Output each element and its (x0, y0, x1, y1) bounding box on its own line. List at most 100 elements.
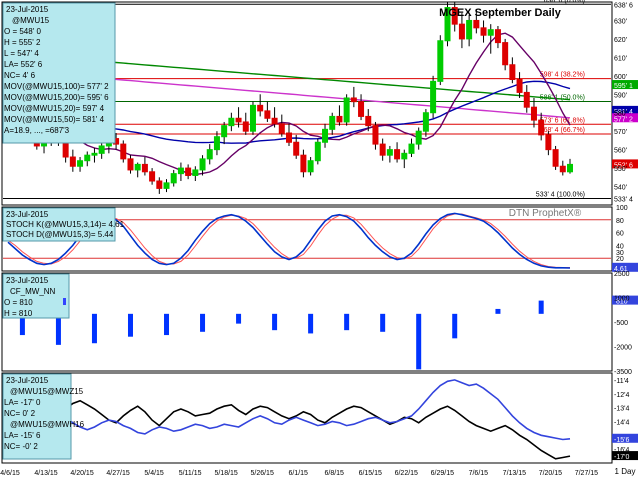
cot-bar-11 (416, 313, 422, 370)
cot-bar-12 (452, 313, 458, 339)
candle-body-25 (185, 167, 192, 176)
candle-body-69 (502, 42, 509, 66)
spread-la1: LA= -17' 0 (4, 398, 41, 407)
price-axis-label-1: 630' (614, 18, 627, 25)
cot-bar-14 (538, 300, 544, 314)
candle-body-34 (249, 104, 256, 132)
spread-nc2: NC= -0' 2 (4, 442, 38, 451)
candle-body-70 (509, 64, 516, 81)
x-label-3: 4/27/15 (106, 470, 129, 477)
price-axis-label-2: 620' (614, 37, 627, 44)
price-axis-label-8: 560' (614, 148, 627, 155)
stoch-axis-label-1: 80 (616, 218, 624, 225)
candle-body-72 (523, 91, 530, 108)
price-tag-0: 595' 1 (614, 83, 633, 90)
spread-tag-0: -15'6 (614, 437, 629, 444)
cot-axis-label-4: -3500 (614, 369, 632, 376)
candle-body-63 (458, 23, 465, 40)
cot-bar-7 (272, 313, 278, 331)
candle-body-59 (430, 80, 437, 114)
x-label-14: 7/13/15 (503, 470, 526, 477)
x-label-16: 7/27/15 (575, 470, 598, 477)
candle-body-43 (314, 141, 321, 162)
candle-body-71 (516, 79, 523, 93)
candle-body-73 (530, 106, 537, 121)
candle-body-50 (365, 115, 372, 127)
x-label-13: 7/6/15 (469, 470, 489, 477)
cot-bar-8 (308, 313, 314, 334)
fib-label-3: 573' 6 (61.8%) (540, 117, 585, 124)
x-axis-labels: 4/6/15 4/13/15 4/20/15 4/27/15 5/4/15 5/11/15… (0, 470, 598, 477)
spread-s2: @MWU15@MWH16 (10, 420, 85, 429)
candle-body-44 (322, 128, 329, 143)
cot-bar-9 (344, 313, 350, 331)
info-mov2: MOV(@MWU15,200)= 595' 6 (4, 93, 109, 102)
chart-svg: 638' 6 (0.0%)598' 4 (38.2%)586' 1 (50.0%… (0, 0, 638, 477)
candle-body-76 (552, 149, 559, 167)
candle-body-39 (286, 132, 292, 143)
price-axis-label-5: 590' (614, 92, 627, 99)
candle-body-41 (300, 154, 307, 173)
spread-date: 23-Jul-2015 (6, 376, 49, 385)
x-label-6: 5/18/15 (214, 470, 237, 477)
stoch-k-label: STOCH K(@MWU15,3,14)= 4.61 (6, 220, 125, 229)
cot-axis-label-2: -500 (614, 320, 628, 327)
candle-body-19 (141, 163, 148, 173)
cot-bar-10 (380, 313, 386, 332)
info-mov3: MOV(@MWU15,20)= 597' 4 (4, 104, 105, 113)
candle-body-16 (120, 143, 127, 160)
stoch-axis-label-2: 60 (616, 231, 624, 238)
x-label-7: 5/26/15 (250, 470, 273, 477)
cot-axis-label-3: -2000 (614, 345, 632, 352)
x-label-15: 7/20/15 (539, 470, 562, 477)
cot-o: O = 810 (4, 298, 33, 307)
cot-bar-3 (127, 313, 133, 337)
candle-body-46 (336, 115, 343, 123)
fib-label-5: 533' 4 (100.0%) (536, 192, 585, 199)
candle-body-12 (91, 152, 98, 156)
candle-body-26 (192, 169, 199, 176)
candle-body-47 (343, 97, 350, 123)
spread-axis-label-1: -12'4 (614, 392, 629, 399)
candle-body-68 (494, 29, 501, 44)
candle-body-22 (163, 182, 170, 189)
candle-body-42 (307, 160, 314, 173)
candle-body-78 (567, 163, 573, 173)
price-axis-label-6: 580' (614, 111, 627, 118)
cot-bar-2 (91, 313, 97, 344)
fib-label-0: 638' 6 (0.0%) (544, 0, 585, 4)
cot-axis-label-1: 1000 (614, 296, 630, 303)
x-label-2: 4/20/15 (70, 470, 93, 477)
cot-marker (63, 298, 66, 305)
x-label-4: 5/4/15 (144, 470, 164, 477)
spread-axis-label-2: -13'4 (614, 406, 629, 413)
chart-title: MGEX September Daily (439, 7, 562, 19)
spread-la2: LA= -15' 6 (4, 431, 41, 440)
candle-body-18 (134, 163, 141, 171)
candle-body-20 (149, 171, 156, 182)
info-date: 23-Jul-2015 (6, 5, 49, 14)
x-label-5: 5/11/15 (179, 470, 202, 477)
cot-bar-6 (236, 313, 242, 324)
info-nc: NC= 4' 6 (4, 71, 36, 80)
candle-body-30 (221, 125, 228, 138)
spread-nc1: NC= 0' 2 (4, 409, 36, 418)
info-last: LA= 552' 6 (4, 60, 43, 69)
candle-body-33 (242, 121, 249, 132)
info-open: O = 548' 0 (4, 27, 41, 36)
candle-body-29 (213, 136, 220, 151)
candle-body-32 (235, 117, 242, 123)
price-axis-label-10: 540' (614, 185, 627, 192)
spread-tag-1: -17'0 (614, 454, 629, 461)
candle-body-67 (487, 29, 494, 36)
cot-info-box: 23-Jul-2015 CF_MW_NN O = 810 H = 810 (2, 273, 70, 319)
candle-body-55 (401, 152, 408, 160)
price-axis-label-0: 638' 6 (614, 2, 633, 9)
candle-body-28 (206, 149, 213, 160)
spread-axis-label-0: -11'4 (614, 378, 629, 385)
info-symbol: @MWU15 (12, 16, 50, 25)
spread-axis-label-3: -14'4 (614, 419, 629, 426)
candle-body-54 (394, 149, 401, 160)
candle-body-27 (199, 158, 206, 171)
fib-label-4: 568' 4 (66.7%) (540, 127, 585, 134)
